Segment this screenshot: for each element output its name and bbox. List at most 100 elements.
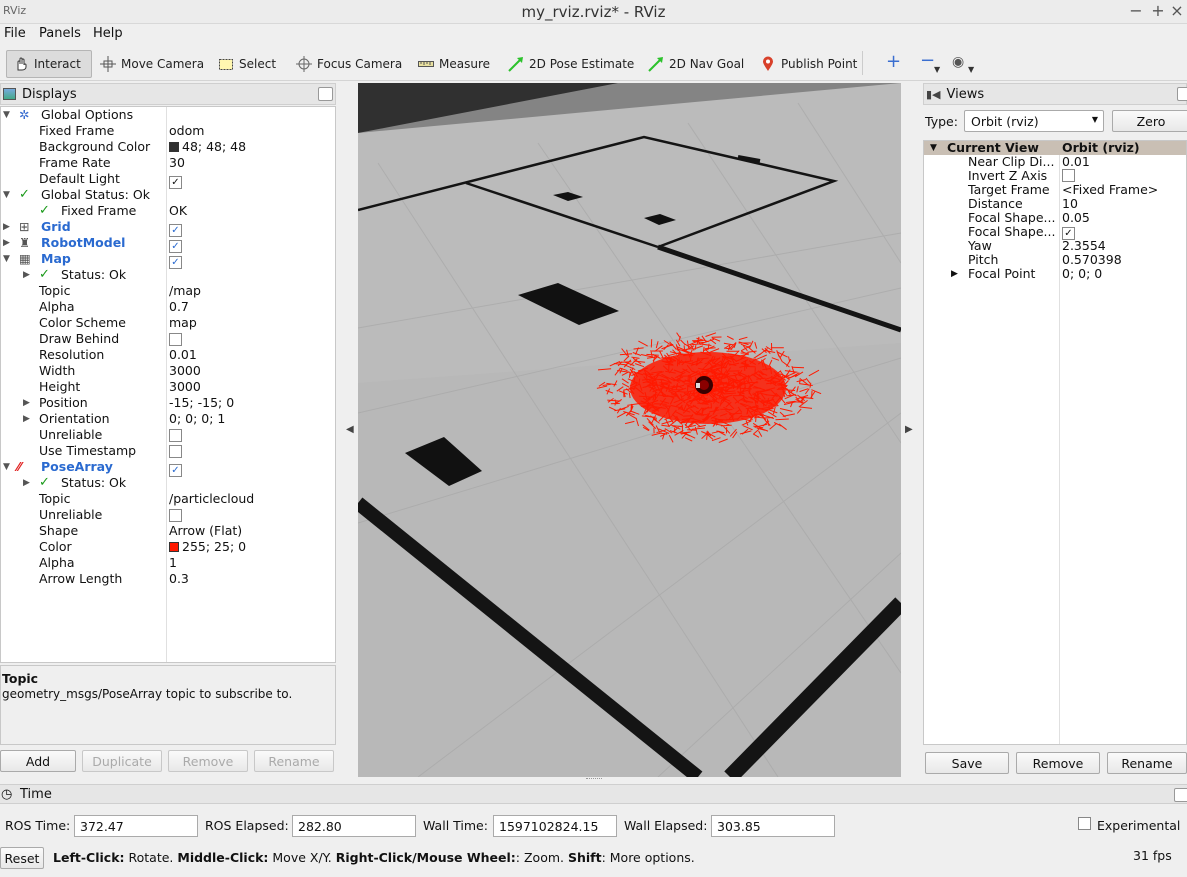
current-view-row[interactable]: ▼ Current View Orbit (rviz)	[924, 141, 1186, 155]
property-row[interactable]: ▶ Orientation 0; 0; 0; 1	[1, 411, 335, 427]
expanded-arrow-icon[interactable]: ▼	[3, 459, 13, 475]
nav-goal-button[interactable]: 2D Nav Goal	[642, 50, 750, 78]
property-row[interactable]: Alpha 0.7	[1, 299, 335, 315]
move-camera-button[interactable]: Move Camera	[94, 50, 210, 78]
tree-row-pose-array[interactable]: ▼ ⁄⁄ PoseArray ✓	[1, 459, 335, 477]
remove-view-button[interactable]: Remove	[1016, 752, 1100, 774]
property-row[interactable]: ▶ Position -15; -15; 0	[1, 395, 335, 411]
collapsed-arrow-icon[interactable]: ▶	[3, 235, 13, 251]
close-icon[interactable]: ×	[1167, 1, 1187, 20]
property-value[interactable]: 3000	[169, 363, 201, 379]
property-value[interactable]: 0; 0; 0; 1	[169, 411, 225, 427]
focus-camera-button[interactable]: Focus Camera	[290, 50, 408, 78]
zero-button[interactable]: Zero	[1112, 110, 1187, 132]
property-value[interactable]: 1	[169, 555, 177, 571]
collapsed-arrow-icon[interactable]: ▶	[951, 267, 958, 281]
property-value[interactable]: 0.05	[1062, 211, 1090, 225]
splitter-handle[interactable]	[586, 778, 602, 781]
unreliable-checkbox[interactable]	[169, 507, 182, 524]
default-light-checkbox[interactable]: ✓	[169, 171, 182, 189]
property-row[interactable]: Width 3000	[1, 363, 335, 379]
robot-model-enabled-checkbox[interactable]: ✓	[169, 235, 182, 253]
expanded-arrow-icon[interactable]: ▼	[3, 187, 13, 203]
property-row[interactable]: Draw Behind	[1, 331, 335, 348]
expanded-arrow-icon[interactable]: ▼	[3, 251, 13, 267]
publish-point-button[interactable]: Publish Point	[754, 50, 863, 78]
property-value[interactable]: -15; -15; 0	[169, 395, 234, 411]
tree-row-robot-model[interactable]: ▶ ♜ RobotModel ✓	[1, 235, 335, 253]
property-row[interactable]: Shape Arrow (Flat)	[1, 523, 335, 539]
property-value[interactable]: 0; 0; 0	[1062, 267, 1102, 281]
rename-view-button[interactable]: Rename	[1107, 752, 1187, 774]
undock-button[interactable]	[1174, 788, 1187, 802]
property-value[interactable]: /particlecloud	[169, 491, 254, 507]
tree-row-global-options[interactable]: ▼ ✲ Global Options	[1, 107, 335, 123]
measure-tool-button[interactable]: Measure	[412, 50, 496, 78]
view-property-row[interactable]: Focal Shape... ✓	[924, 225, 1186, 240]
reset-button[interactable]: Reset	[0, 847, 44, 869]
property-row[interactable]: Color 255; 25; 0	[1, 539, 335, 555]
collapsed-arrow-icon[interactable]: ▶	[23, 267, 33, 283]
draw-behind-checkbox[interactable]	[169, 331, 182, 348]
undock-button[interactable]	[318, 87, 333, 101]
property-row[interactable]: Arrow Length 0.3	[1, 571, 335, 587]
tree-row-map[interactable]: ▼ ▦ Map ✓	[1, 251, 335, 269]
property-row[interactable]: Height 3000	[1, 379, 335, 395]
wall-time-field[interactable]: 1597102824.15	[493, 815, 617, 837]
pose-array-enabled-checkbox[interactable]: ✓	[169, 459, 182, 477]
property-row[interactable]: Unreliable	[1, 427, 335, 443]
tree-row-grid[interactable]: ▶ ⊞ Grid ✓	[1, 219, 335, 237]
map-enabled-checkbox[interactable]: ✓	[169, 251, 182, 269]
rename-display-button[interactable]: Rename	[254, 750, 334, 772]
remove-tool-icon[interactable]: −	[920, 52, 935, 70]
experimental-checkbox[interactable]	[1078, 817, 1091, 830]
view-property-row[interactable]: Target Frame <Fixed Frame>	[924, 183, 1186, 197]
property-row[interactable]: Resolution 0.01	[1, 347, 335, 363]
view-property-row[interactable]: Near Clip Di... 0.01	[924, 155, 1186, 169]
property-row[interactable]: Alpha 1	[1, 555, 335, 571]
maximize-icon[interactable]: +	[1148, 1, 1168, 20]
interact-tool-button[interactable]: Interact	[6, 50, 92, 78]
property-row[interactable]: Default Light ✓	[1, 171, 335, 189]
tree-row-map-status[interactable]: ▶ ✓ Status: Ok	[1, 267, 335, 283]
collapse-left-arrow-icon[interactable]: ◀	[346, 424, 354, 435]
property-value[interactable]: 0.01	[169, 347, 197, 363]
menu-file[interactable]: File	[4, 26, 26, 41]
property-row[interactable]: ✓ Fixed Frame OK	[1, 203, 335, 219]
undock-button[interactable]	[1177, 87, 1187, 101]
wall-elapsed-field[interactable]: 303.85	[711, 815, 835, 837]
property-row[interactable]: Color Scheme map	[1, 315, 335, 331]
property-row[interactable]: Frame Rate 30	[1, 155, 335, 171]
render-viewport[interactable]	[358, 83, 901, 777]
expanded-arrow-icon[interactable]: ▼	[3, 107, 13, 123]
property-row[interactable]: Use Timestamp	[1, 443, 335, 459]
collapsed-arrow-icon[interactable]: ▶	[23, 395, 33, 411]
property-value[interactable]: 30	[169, 155, 185, 171]
property-value[interactable]: 3000	[169, 379, 201, 395]
chevron-down-icon[interactable]: ▼	[934, 65, 940, 74]
property-value[interactable]: 48; 48; 48	[169, 139, 246, 155]
view-property-row[interactable]: ▶ Focal Point 0; 0; 0	[924, 267, 1186, 281]
property-row[interactable]: Unreliable	[1, 507, 335, 524]
expanded-arrow-icon[interactable]: ▼	[930, 141, 937, 155]
property-value[interactable]: /map	[169, 283, 201, 299]
property-row[interactable]: Background Color 48; 48; 48	[1, 139, 335, 155]
remove-display-button[interactable]: Remove	[168, 750, 248, 772]
tree-row-global-status[interactable]: ▼ ✓ Global Status: Ok	[1, 187, 335, 203]
ros-elapsed-field[interactable]: 282.80	[292, 815, 416, 837]
property-value[interactable]: 255; 25; 0	[169, 539, 246, 555]
property-value[interactable]: 0.570398	[1062, 253, 1122, 267]
property-row[interactable]: Topic /particlecloud	[1, 491, 335, 507]
property-value[interactable]: 0.3	[169, 571, 189, 587]
grid-enabled-checkbox[interactable]: ✓	[169, 219, 182, 237]
add-display-button[interactable]: Add	[0, 750, 76, 772]
pose-estimate-button[interactable]: 2D Pose Estimate	[502, 50, 640, 78]
duplicate-display-button[interactable]: Duplicate	[82, 750, 162, 772]
collapsed-arrow-icon[interactable]: ▶	[3, 219, 13, 235]
property-value[interactable]: 10	[1062, 197, 1078, 211]
property-value[interactable]: 2.3554	[1062, 239, 1106, 253]
property-row[interactable]: Fixed Frame odom	[1, 123, 335, 139]
eye-icon[interactable]: ◉	[952, 54, 964, 70]
collapse-right-arrow-icon[interactable]: ▶	[905, 424, 913, 435]
view-property-row[interactable]: Pitch 0.570398	[924, 253, 1186, 267]
